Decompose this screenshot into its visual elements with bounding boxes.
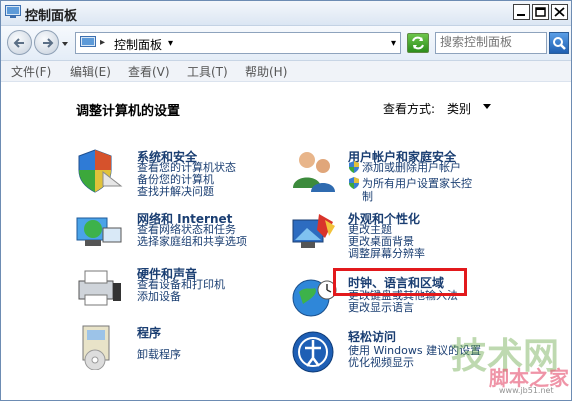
uac-shield-icon bbox=[349, 161, 359, 173]
maximize-button[interactable] bbox=[532, 4, 549, 20]
link-parental-controls[interactable]: 为所有用户设置家长控 bbox=[362, 178, 472, 190]
link-troubleshoot[interactable]: 查找并解决问题 bbox=[137, 186, 214, 198]
view-by-dropdown[interactable]: 类别 bbox=[447, 100, 471, 117]
printer-icon bbox=[78, 270, 121, 306]
view-by-label: 查看方式: bbox=[383, 102, 436, 116]
breadcrumb-control-panel[interactable]: 控制面板 bbox=[114, 36, 162, 53]
search-input[interactable] bbox=[436, 33, 548, 51]
forward-button[interactable] bbox=[34, 30, 59, 55]
history-dropdown-icon[interactable] bbox=[61, 40, 69, 48]
close-button[interactable] bbox=[551, 4, 568, 20]
breadcrumb-arrow[interactable]: ▾ bbox=[168, 38, 173, 49]
search-box[interactable] bbox=[435, 32, 548, 54]
appearance-monitor-icon bbox=[292, 214, 335, 248]
security-shield-icon bbox=[78, 149, 123, 193]
menu-view[interactable]: 查看(V) bbox=[128, 63, 170, 80]
address-box[interactable]: ▸ 控制面板 ▾ ▾ bbox=[75, 32, 401, 54]
title-bar: 控制面板 bbox=[1, 1, 571, 26]
breadcrumb-separator: ▸ bbox=[100, 37, 106, 48]
address-dropdown[interactable]: ▾ bbox=[391, 38, 396, 49]
control-panel-icon bbox=[5, 5, 21, 18]
link-homegroup-sharing[interactable]: 选择家庭组和共享选项 bbox=[137, 236, 247, 248]
back-arrow-icon bbox=[13, 38, 24, 48]
link-screen-resolution[interactable]: 调整屏幕分辨率 bbox=[348, 248, 425, 260]
link-uninstall-program[interactable]: 卸载程序 bbox=[137, 349, 181, 361]
highlight-annotation bbox=[333, 268, 467, 296]
minimize-icon bbox=[517, 14, 525, 16]
control-panel-small-icon bbox=[80, 36, 96, 47]
network-globe-icon bbox=[76, 217, 122, 246]
link-change-display-language[interactable]: 更改显示语言 bbox=[348, 302, 414, 314]
link-optimize-display[interactable]: 优化视频显示 bbox=[348, 357, 414, 369]
link-parental-controls-continued[interactable]: 制 bbox=[362, 191, 373, 203]
navigation-bar: ▸ 控制面板 ▾ ▾ bbox=[1, 26, 571, 61]
close-icon bbox=[554, 7, 565, 17]
search-icon bbox=[553, 37, 566, 50]
link-add-device[interactable]: 添加设备 bbox=[137, 291, 181, 303]
forward-arrow-icon bbox=[43, 38, 54, 48]
control-panel-window: 控制面板 ▸ 控制面板 ▾ ▾ 搜索控制面板 文件(F) 编辑(E) 查看(V)… bbox=[0, 0, 572, 401]
search-button[interactable] bbox=[549, 32, 569, 54]
menu-help[interactable]: 帮助(H) bbox=[245, 63, 287, 80]
menu-file[interactable]: 文件(F) bbox=[11, 63, 51, 80]
link-add-remove-accounts[interactable]: 添加或删除用户帐户 bbox=[362, 162, 461, 174]
ease-of-access-title[interactable]: 轻松访问 bbox=[348, 328, 396, 345]
view-by-arrow-icon[interactable] bbox=[483, 104, 491, 110]
menu-tools[interactable]: 工具(T) bbox=[187, 63, 228, 80]
page-heading: 调整计算机的设置 bbox=[76, 104, 181, 119]
refresh-icon bbox=[412, 36, 424, 50]
programs-icon bbox=[82, 325, 110, 370]
menu-bar: 文件(F) 编辑(E) 查看(V) 工具(T) 帮助(H) bbox=[1, 61, 571, 82]
uac-shield-icon bbox=[349, 177, 359, 189]
window-title: 控制面板 bbox=[25, 9, 78, 24]
menu-edit[interactable]: 编辑(E) bbox=[70, 63, 111, 80]
users-icon bbox=[293, 152, 335, 192]
back-button[interactable] bbox=[7, 30, 32, 55]
clock-globe-icon bbox=[292, 279, 337, 317]
programs-title[interactable]: 程序 bbox=[137, 324, 161, 341]
ease-of-access-icon bbox=[292, 331, 334, 373]
refresh-button[interactable] bbox=[407, 33, 429, 53]
watermark-url: www.jb51.net bbox=[499, 386, 554, 395]
minimize-button[interactable] bbox=[513, 4, 530, 20]
maximize-icon bbox=[535, 7, 546, 17]
content-area: 调整计算机的设置 查看方式: 类别 系统和安全 查看您的计算机状态 备份您的计算… bbox=[1, 82, 571, 400]
